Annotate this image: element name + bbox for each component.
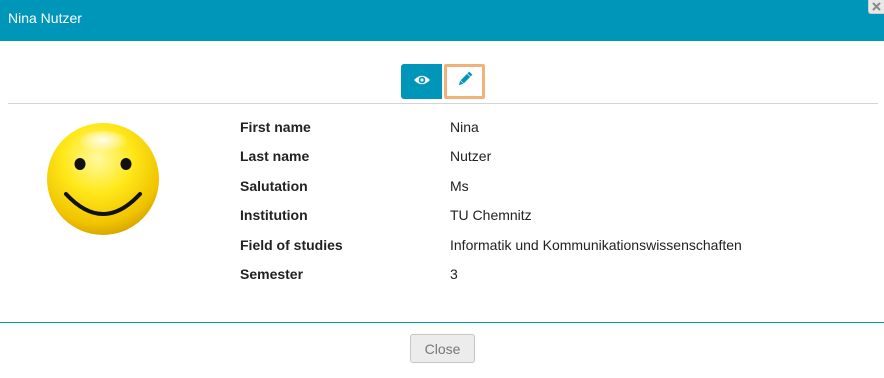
field-row-salutation: Salutation Ms — [240, 178, 800, 207]
field-value: Nina — [450, 119, 479, 135]
eye-icon — [413, 73, 431, 91]
field-label: First name — [240, 119, 311, 135]
field-label: Institution — [240, 207, 308, 224]
dialog-titlebar: Nina Nutzer — [0, 0, 884, 41]
field-row-field-of-studies: Field of studies Informatik und Kommunik… — [240, 237, 800, 266]
field-row-semester: Semester 3 — [240, 266, 800, 295]
field-label: Salutation — [240, 177, 308, 194]
close-button[interactable]: Close — [410, 334, 475, 363]
toolbar-divider — [8, 103, 878, 104]
field-value: TU Chemnitz — [450, 207, 532, 224]
edit-button[interactable] — [444, 64, 485, 99]
view-button[interactable] — [401, 64, 442, 99]
field-row-institution: Institution TU Chemnitz — [240, 207, 800, 236]
close-icon[interactable] — [868, 0, 884, 14]
field-label: Field of studies — [240, 236, 343, 253]
field-row-first-name: First name Nina — [240, 119, 800, 148]
smiley-icon — [46, 122, 160, 236]
profile-dialog: Nina Nutzer First name Nina Last name Nu… — [0, 0, 884, 378]
view-mode-toolbar — [401, 64, 485, 99]
field-label: Last name — [240, 148, 310, 165]
dialog-title: Nina Nutzer — [8, 10, 82, 26]
field-row-last-name: Last name Nutzer — [240, 148, 800, 177]
field-value: Ms — [450, 177, 469, 194]
field-value: Nutzer — [450, 148, 492, 165]
pencil-icon — [456, 71, 473, 93]
field-value: 3 — [450, 265, 458, 282]
profile-fields: First name Nina Last name Nutzer Salutat… — [240, 119, 800, 295]
footer-divider — [0, 322, 884, 323]
field-label: Semester — [240, 265, 304, 282]
field-value: Informatik und Kommunikationswissenschaf… — [450, 236, 742, 253]
